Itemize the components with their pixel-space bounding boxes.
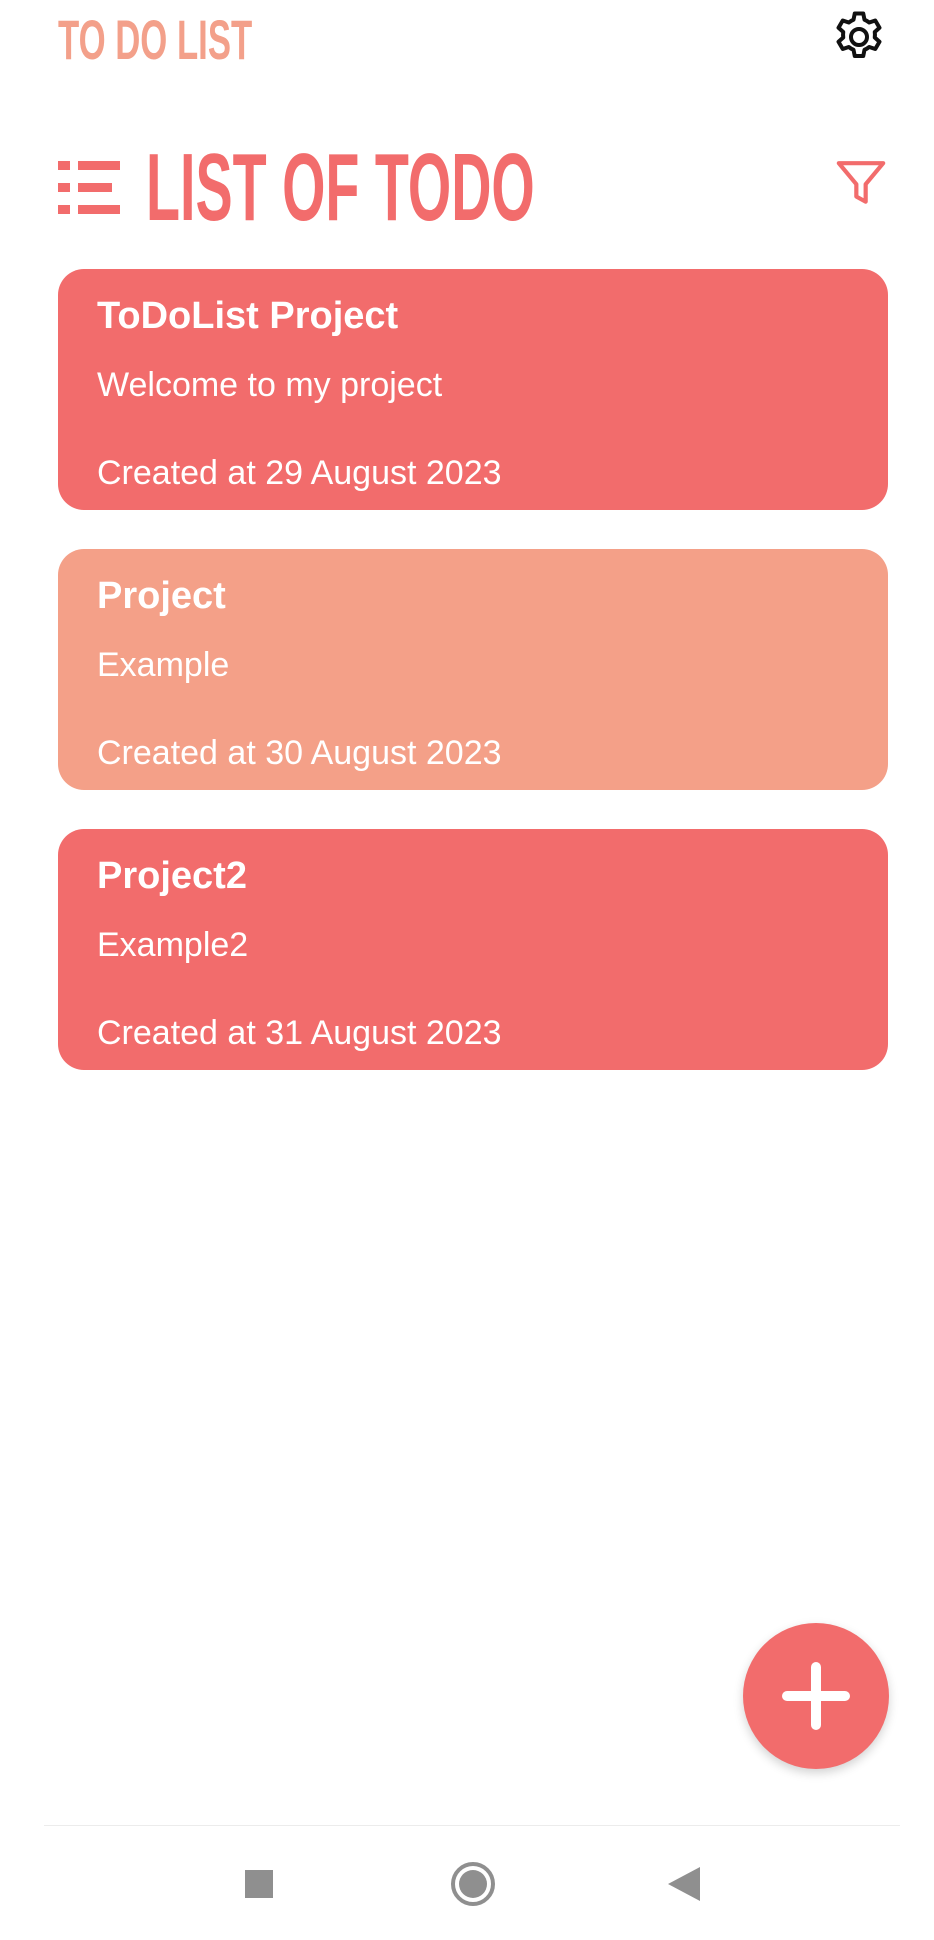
- todo-title: Project2: [97, 855, 247, 897]
- recent-apps-button[interactable]: [229, 1854, 289, 1914]
- todo-title: Project: [97, 575, 226, 617]
- todo-description: Welcome to my project: [97, 366, 443, 404]
- todo-description: Example2: [97, 926, 249, 964]
- system-nav-bar: [0, 1826, 934, 1940]
- todo-description: Example: [97, 646, 230, 684]
- gear-icon: [836, 11, 882, 59]
- todo-created-date: Created at 30 August 2023: [97, 734, 502, 772]
- settings-button[interactable]: [826, 4, 892, 70]
- todo-card[interactable]: ToDoList Project Welcome to my project C…: [58, 269, 888, 510]
- list-icon: [58, 157, 120, 219]
- add-todo-button[interactable]: [743, 1623, 889, 1769]
- app-title: TO DO LIST: [58, 8, 253, 71]
- back-icon: [668, 1867, 700, 1901]
- home-button[interactable]: [443, 1854, 503, 1914]
- plus-icon: [782, 1662, 850, 1730]
- list-title: LIST OF TODO: [146, 134, 535, 241]
- list-header: LIST OF TODO: [58, 140, 816, 236]
- todo-list: ToDoList Project Welcome to my project C…: [58, 269, 888, 1109]
- todo-card[interactable]: Project2 Example2 Created at 31 August 2…: [58, 829, 888, 1070]
- todo-created-date: Created at 29 August 2023: [97, 454, 502, 492]
- home-icon: [451, 1862, 495, 1906]
- filter-icon: [836, 161, 886, 204]
- recent-apps-icon: [245, 1870, 273, 1898]
- filter-button[interactable]: [828, 150, 894, 216]
- todo-created-date: Created at 31 August 2023: [97, 1014, 502, 1052]
- back-button[interactable]: [654, 1854, 714, 1914]
- todo-title: ToDoList Project: [97, 295, 399, 337]
- todo-card[interactable]: Project Example Created at 30 August 202…: [58, 549, 888, 790]
